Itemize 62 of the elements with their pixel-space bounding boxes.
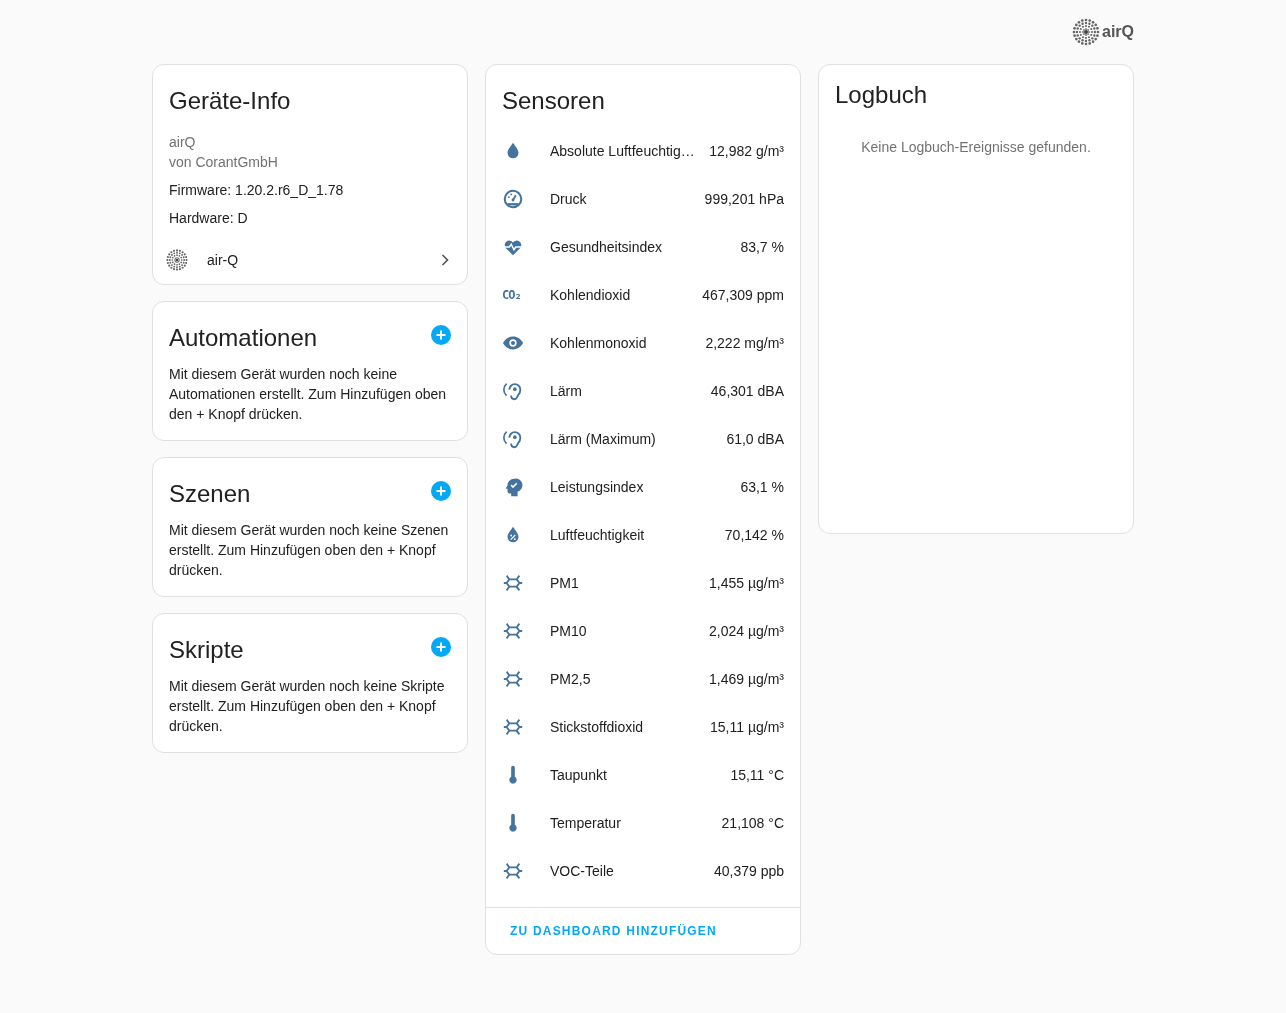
sensor-value: 999,201 hPa <box>704 191 784 207</box>
add-icon[interactable] <box>431 637 451 657</box>
sensor-name[interactable]: Kohlendioxid <box>550 287 703 303</box>
molecule-icon <box>502 572 524 594</box>
sensor-value: 12,982 g/m³ <box>709 143 784 159</box>
hardware-text: Hardware: D <box>169 209 249 228</box>
sensor-name[interactable]: Absolute Luftfeuchtig… <box>550 143 710 159</box>
card-title: Szenen <box>169 480 251 508</box>
empty-message: Mit diesem Gerät wurden noch keine Automationen erstellt. Zum Hinzufügen oben den + Knopf drücken. <box>169 365 448 424</box>
molecule-icon <box>502 668 524 690</box>
molecule-icon <box>502 620 524 642</box>
molecule-icon <box>502 716 524 738</box>
sensor-value: 21,108 °C <box>721 815 784 831</box>
sensor-value: 40,379 ppb <box>713 863 784 879</box>
sensor-name[interactable]: PM10 <box>550 623 709 639</box>
manufacturer-text: von CorantGmbH <box>169 153 279 172</box>
sensor-value: 467,309 ppm <box>702 287 784 303</box>
molecule-icon <box>502 860 524 882</box>
sensor-value: 83,7 % <box>740 239 784 255</box>
sensor-value: 15,11 µg/m³ <box>710 719 784 735</box>
ear-icon <box>502 380 524 402</box>
sensor-value: 1,469 µg/m³ <box>709 671 784 687</box>
sensor-name[interactable]: Leistungsindex <box>550 479 741 495</box>
brand-logo: airQ <box>1071 16 1134 48</box>
empty-message: Mit diesem Gerät wurden noch keine Skripte erstellt. Zum Hinzufügen oben den + Knopf drücken. <box>169 677 446 736</box>
card-title: Automationen <box>169 324 318 352</box>
empty-message: Keine Logbuch-Ereignisse gefunden. <box>860 139 1092 155</box>
device-logo-icon <box>165 248 189 272</box>
empty-message: Mit diesem Gerät wurden noch keine Szenen erstellt. Zum Hinzufügen oben den + Knopf drücken. <box>169 521 450 580</box>
sensor-name[interactable]: Lärm (Maximum) <box>550 431 727 447</box>
card-title: Geräte-Info <box>169 87 292 115</box>
card-title: Skripte <box>169 636 244 664</box>
sensor-value: 15,11 °C <box>730 767 784 783</box>
sensor-value: 63,1 % <box>740 479 784 495</box>
swirl-icon <box>1071 17 1101 47</box>
sensor-name[interactable]: Druck <box>550 191 705 207</box>
sensor-value: 46,301 dBA <box>710 383 784 399</box>
sensor-name[interactable]: Taupunkt <box>550 767 731 783</box>
ear-icon <box>502 428 524 450</box>
sensor-name[interactable]: Gesundheitsindex <box>550 239 741 255</box>
sensor-name[interactable]: Stickstoffdioxid <box>550 719 711 735</box>
sensor-value: 2,222 mg/m³ <box>705 335 784 351</box>
device-link[interactable]: air-Q <box>161 242 459 278</box>
firmware-text: Firmware: 1.20.2.r6_D_1.78 <box>169 181 345 200</box>
sensor-name[interactable]: PM2,5 <box>550 671 709 687</box>
add-icon[interactable] <box>431 481 451 501</box>
sensor-value: 1,455 µg/m³ <box>709 575 784 591</box>
co2-icon: CO₂ <box>502 288 521 302</box>
sensor-name[interactable]: Kohlenmonoxid <box>550 335 706 351</box>
sensor-name[interactable]: Temperatur <box>550 815 722 831</box>
gauge-icon <box>502 188 524 210</box>
sensor-name[interactable]: VOC-Teile <box>550 863 714 879</box>
sensor-value: 2,024 µg/m³ <box>709 623 784 639</box>
sensor-name[interactable]: PM1 <box>550 575 709 591</box>
sensor-name[interactable]: Luftfeuchtigkeit <box>550 527 725 543</box>
sensor-value: 61,0 dBA <box>726 431 784 447</box>
sensor-value: 70,142 % <box>724 527 784 543</box>
card-title: Sensoren <box>501 86 606 115</box>
sensor-name[interactable]: Lärm <box>550 383 711 399</box>
add-icon[interactable] <box>431 325 451 345</box>
card-title: Logbuch <box>835 81 929 109</box>
model-text: airQ <box>169 133 197 152</box>
